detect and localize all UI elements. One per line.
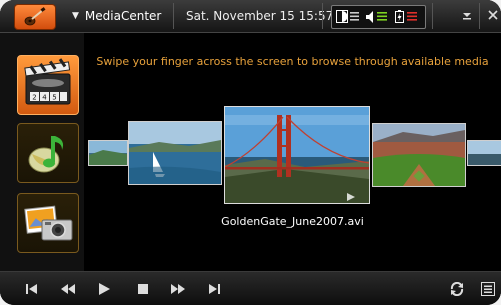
media-thumbnail[interactable] xyxy=(467,140,501,166)
divider xyxy=(173,3,174,29)
play-icon[interactable] xyxy=(93,278,115,300)
guitar-icon xyxy=(24,7,46,26)
app-menu-label: MediaCenter xyxy=(84,9,162,23)
camera-icon xyxy=(24,205,73,241)
selected-media-caption: GoldenGate_June2007.avi xyxy=(221,215,364,228)
landscape-thumbnail-image xyxy=(89,141,127,165)
divider xyxy=(432,3,433,29)
clapperboard-icon: 2 4 5 xyxy=(24,58,71,105)
sidebar-item-music[interactable] xyxy=(17,123,79,183)
divider xyxy=(479,3,480,29)
app-menu[interactable]: ▼ MediaCenter xyxy=(72,0,161,32)
display-mode-icon[interactable] xyxy=(336,10,360,24)
status-area[interactable] xyxy=(331,5,426,29)
rewind-icon[interactable] xyxy=(57,278,79,300)
media-browser[interactable]: Swipe your finger across the screen to b… xyxy=(84,33,501,271)
golden-gate-bridge-image xyxy=(225,107,369,203)
fast-forward-icon[interactable] xyxy=(167,278,189,300)
skip-forward-icon[interactable] xyxy=(203,278,225,300)
sidebar-item-photos[interactable] xyxy=(17,193,79,253)
svg-text:4: 4 xyxy=(42,94,47,102)
stop-icon[interactable] xyxy=(132,278,154,300)
battery-icon[interactable] xyxy=(395,10,421,24)
date-time[interactable]: Sat. November 15 15:57 xyxy=(186,0,333,32)
top-bar: ▼ MediaCenter Sat. November 15 15:57 xyxy=(0,0,501,33)
skip-back-icon[interactable] xyxy=(21,278,43,300)
category-sidebar: 2 4 5 xyxy=(0,33,84,271)
media-thumbnail-selected[interactable] xyxy=(224,106,370,204)
sidebar-item-video[interactable]: 2 4 5 xyxy=(17,55,79,115)
svg-text:5: 5 xyxy=(52,94,56,102)
home-button[interactable] xyxy=(14,4,56,30)
media-center-window: ▼ MediaCenter Sat. November 15 15:57 2 4… xyxy=(0,0,501,305)
svg-text:2: 2 xyxy=(32,94,36,102)
divider xyxy=(322,3,323,29)
media-thumbnail[interactable] xyxy=(88,140,128,166)
dropdown-triangle-icon: ▼ xyxy=(72,11,79,21)
minimize-icon[interactable] xyxy=(462,0,472,32)
landscape-thumbnail-image xyxy=(468,141,501,165)
volume-icon[interactable] xyxy=(365,10,389,24)
repeat-icon[interactable] xyxy=(446,278,468,300)
playback-controls xyxy=(0,271,501,305)
media-thumbnail[interactable] xyxy=(128,121,222,185)
sailboat-thumbnail-image xyxy=(129,122,221,184)
media-thumbnail[interactable] xyxy=(372,123,466,187)
swipe-instruction: Swipe your finger across the screen to b… xyxy=(96,55,489,68)
playlist-icon[interactable] xyxy=(477,278,499,300)
baseball-stadium-image xyxy=(373,124,465,186)
close-icon[interactable] xyxy=(488,0,498,32)
music-note-icon xyxy=(28,136,64,173)
